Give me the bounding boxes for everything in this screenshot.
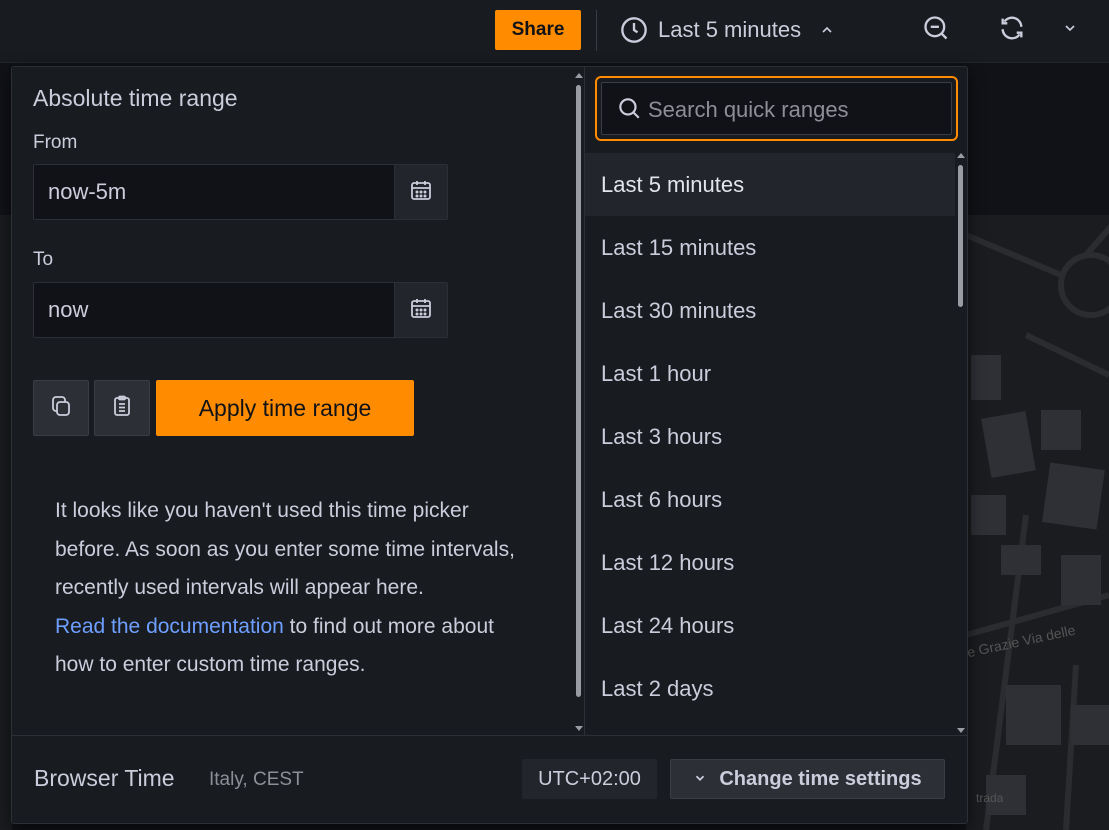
calendar-icon [409, 296, 433, 325]
quick-range-item[interactable]: Last 15 minutes [585, 216, 955, 279]
absolute-range-section: Absolute time range From To [12, 67, 584, 735]
documentation-link[interactable]: Read the documentation [55, 615, 284, 638]
quick-range-item[interactable]: Last 3 hours [585, 405, 955, 468]
top-toolbar: Share Last 5 minutes [0, 0, 1109, 63]
help-text: It looks like you haven't used this time… [55, 492, 525, 685]
clipboard-icon [110, 394, 134, 423]
absolute-range-title: Absolute time range [33, 85, 238, 111]
share-button[interactable]: Share [495, 10, 581, 50]
scroll-up-arrow-icon[interactable] [575, 73, 583, 78]
scroll-down-arrow-icon[interactable] [957, 728, 965, 733]
quick-range-item[interactable]: Last 6 hours [585, 468, 955, 531]
change-time-settings-label: Change time settings [719, 767, 922, 790]
refresh-button[interactable] [996, 14, 1028, 46]
toolbar-divider [596, 10, 597, 51]
quick-range-item[interactable]: Last 1 hour [585, 342, 955, 405]
quick-range-search-input[interactable] [646, 83, 940, 136]
time-picker-panel: Absolute time range From To [11, 66, 968, 824]
from-input[interactable] [34, 165, 390, 219]
paste-range-button[interactable] [94, 380, 150, 436]
chevron-down-icon [1062, 20, 1078, 41]
search-focus-ring [595, 76, 958, 141]
to-calendar-button[interactable] [394, 283, 447, 337]
change-time-settings-button[interactable]: Change time settings [670, 759, 945, 799]
from-field [33, 164, 448, 220]
search-box [601, 82, 952, 136]
scroll-up-arrow-icon[interactable] [957, 153, 965, 158]
timezone-zone: Italy, CEST [209, 769, 304, 790]
quick-range-item[interactable]: Last 24 hours [585, 594, 955, 657]
calendar-icon [409, 178, 433, 207]
zoom-out-icon [922, 14, 950, 47]
quick-range-list: Last 5 minutes Last 15 minutes Last 30 m… [585, 153, 955, 735]
quick-range-item[interactable]: Last 12 hours [585, 531, 955, 594]
left-scrollbar[interactable] [574, 73, 584, 733]
map-panel: e Grazie Via delle trada [966, 215, 1109, 830]
chevron-down-icon [693, 768, 707, 791]
apply-time-range-button[interactable]: Apply time range [156, 380, 414, 436]
zoom-out-button[interactable] [920, 14, 952, 46]
scroll-down-arrow-icon[interactable] [575, 726, 583, 731]
chevron-up-icon [819, 22, 835, 38]
copy-range-button[interactable] [33, 380, 89, 436]
from-calendar-button[interactable] [394, 165, 447, 219]
quick-ranges-section: Last 5 minutes Last 15 minutes Last 30 m… [585, 67, 967, 735]
clock-icon [620, 16, 648, 44]
utc-offset-badge: UTC+02:00 [522, 759, 657, 799]
quick-range-item[interactable]: Last 2 days [585, 657, 955, 720]
map-street-label-2: trada [976, 791, 1004, 805]
quick-range-item[interactable]: Last 30 minutes [585, 279, 955, 342]
quick-range-scrollbar[interactable] [955, 153, 967, 735]
copy-icon [49, 394, 73, 423]
time-range-button[interactable]: Last 5 minutes [620, 8, 835, 52]
time-range-label: Last 5 minutes [658, 17, 802, 42]
refresh-icon [998, 14, 1026, 47]
search-icon [616, 95, 642, 126]
refresh-interval-dropdown[interactable] [1054, 14, 1086, 46]
time-settings-footer: Browser Time Italy, CEST UTC+02:00 Chang… [12, 735, 967, 824]
scrollbar-thumb[interactable] [576, 85, 581, 697]
to-label: To [33, 249, 54, 270]
map-streets [966, 224, 1109, 830]
to-field [33, 282, 448, 338]
from-label: From [33, 132, 78, 153]
timezone-label: Browser Time [34, 765, 175, 791]
help-message: It looks like you haven't used this time… [55, 499, 515, 599]
scrollbar-thumb[interactable] [958, 165, 963, 307]
to-input[interactable] [34, 283, 390, 337]
quick-range-item[interactable]: Last 5 minutes [585, 153, 955, 216]
